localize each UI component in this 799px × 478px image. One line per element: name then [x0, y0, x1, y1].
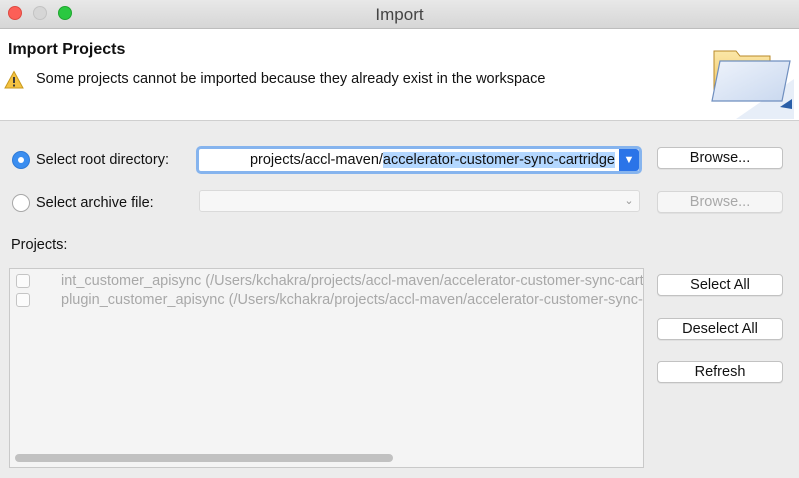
- project-label: plugin_customer_apisync (/Users/kchakra/…: [61, 292, 644, 308]
- select-archive-file-label: Select archive file:: [36, 195, 154, 211]
- list-item[interactable]: plugin_customer_apisync (/Users/kchakra/…: [10, 291, 643, 309]
- refresh-button[interactable]: Refresh: [657, 361, 783, 383]
- list-item[interactable]: int_customer_apisync (/Users/kchakra/pro…: [10, 272, 643, 290]
- root-directory-input[interactable]: projects/accl-maven/accelerator-customer…: [250, 151, 615, 169]
- chevron-down-icon[interactable]: ▼: [619, 149, 639, 171]
- select-archive-file-radio[interactable]: [12, 194, 30, 212]
- browse-root-button[interactable]: Browse...: [657, 147, 783, 169]
- warning-message: Some projects cannot be imported because…: [36, 71, 546, 87]
- project-checkbox[interactable]: [16, 274, 30, 288]
- window-title: Import: [375, 5, 424, 24]
- browse-archive-button[interactable]: Browse...: [657, 191, 783, 213]
- folder-icon: [711, 50, 794, 119]
- warning-icon: [4, 70, 24, 89]
- projects-label: Projects:: [11, 237, 68, 253]
- root-directory-combo[interactable]: projects/accl-maven/accelerator-customer…: [196, 146, 642, 174]
- project-label: int_customer_apisync (/Users/kchakra/pro…: [61, 273, 644, 289]
- chevron-down-icon[interactable]: ⌄: [619, 191, 639, 211]
- project-checkbox[interactable]: [16, 293, 30, 307]
- select-root-directory-radio[interactable]: [12, 151, 30, 169]
- select-all-button[interactable]: Select All: [657, 274, 783, 296]
- deselect-all-button[interactable]: Deselect All: [657, 318, 783, 340]
- select-root-directory-label: Select root directory:: [36, 152, 169, 168]
- projects-list[interactable]: int_customer_apisync (/Users/kchakra/pro…: [9, 268, 644, 468]
- horizontal-scrollbar[interactable]: [15, 454, 393, 462]
- title-bar[interactable]: Import: [0, 0, 799, 29]
- wizard-header: Import Projects Some projects cannot be …: [0, 29, 799, 121]
- archive-file-combo[interactable]: ⌄: [199, 190, 640, 212]
- page-title: Import Projects: [8, 41, 126, 58]
